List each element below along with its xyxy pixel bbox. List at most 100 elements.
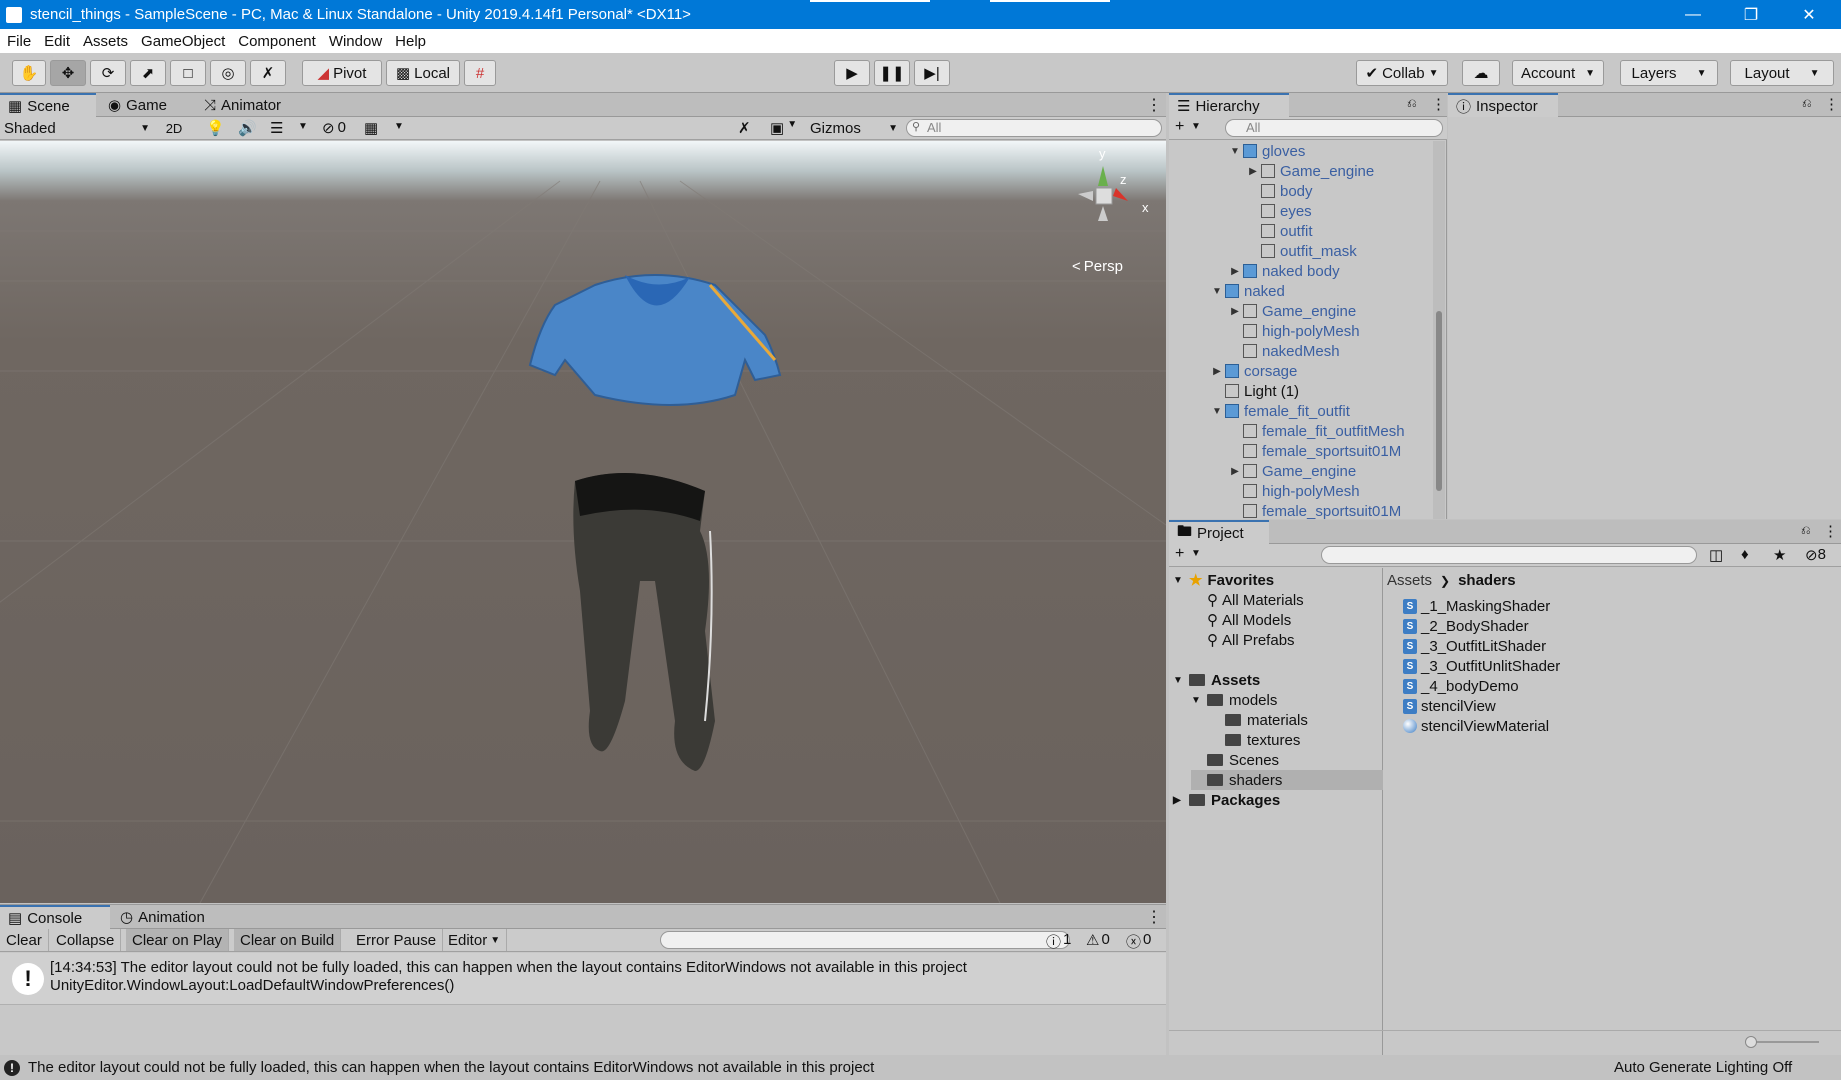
- chevron-right-icon[interactable]: ▶: [1173, 795, 1189, 806]
- more-icon[interactable]: ⋮: [1431, 95, 1446, 113]
- tab-hierarchy[interactable]: ☰ Hierarchy: [1169, 93, 1289, 117]
- hierarchy-item[interactable]: female_sportsuit01M: [1227, 441, 1401, 461]
- warning-count-toggle[interactable]: ⚠ 0: [1086, 931, 1110, 949]
- tab-console[interactable]: ▤ Console: [0, 905, 110, 929]
- hierarchy-item[interactable]: outfit: [1245, 221, 1313, 241]
- pause-button[interactable]: ❚❚: [874, 60, 910, 86]
- hierarchy-item[interactable]: nakedMesh: [1227, 341, 1340, 361]
- hierarchy-item[interactable]: body: [1245, 181, 1313, 201]
- chevron-right-icon[interactable]: ▶: [1209, 366, 1225, 377]
- camera-dropdown[interactable]: ▣ ▼: [770, 119, 797, 137]
- pivot-toggle[interactable]: ◢ Pivot: [302, 60, 382, 86]
- favorite-all-materials[interactable]: ⚲ All Materials: [1207, 590, 1304, 610]
- audio-icon[interactable]: 🔊: [238, 119, 257, 137]
- hierarchy-item[interactable]: female_sportsuit01M: [1227, 501, 1401, 519]
- chevron-down-icon[interactable]: ▼: [1209, 406, 1225, 417]
- lighting-icon[interactable]: 💡: [206, 119, 225, 137]
- favorite-all-prefabs[interactable]: ⚲ All Prefabs: [1207, 630, 1295, 650]
- hierarchy-item[interactable]: eyes: [1245, 201, 1312, 221]
- chevron-right-icon[interactable]: ▶: [1227, 306, 1243, 317]
- chevron-down-icon[interactable]: ▼: [394, 121, 404, 132]
- hidden-objects-toggle[interactable]: ⊘ 0: [322, 119, 346, 137]
- tools-icon[interactable]: ✗: [738, 119, 751, 137]
- play-button[interactable]: ▶: [834, 60, 870, 86]
- folder-item[interactable]: ▼ Assets: [1173, 670, 1260, 690]
- menu-help[interactable]: Help: [388, 33, 432, 50]
- transform-tool-button[interactable]: ◎: [210, 60, 246, 86]
- chevron-right-icon[interactable]: ▶: [1227, 466, 1243, 477]
- folder-item[interactable]: textures: [1209, 730, 1300, 750]
- hierarchy-item[interactable]: outfit_mask: [1245, 241, 1357, 261]
- layers-dropdown[interactable]: Layers ▼: [1620, 60, 1718, 86]
- menu-component[interactable]: Component: [231, 33, 322, 50]
- console-entry[interactable]: ! [14:34:53] The editor layout could not…: [0, 953, 1166, 1005]
- custom-tool-button[interactable]: ✗: [250, 60, 286, 86]
- hierarchy-item[interactable]: female_fit_outfitMesh: [1227, 421, 1405, 441]
- chevron-down-icon[interactable]: ▼: [1227, 146, 1243, 157]
- add-icon[interactable]: +: [1175, 118, 1184, 136]
- chevron-down-icon[interactable]: ▼: [1173, 675, 1189, 686]
- tab-animator[interactable]: ⤨ Animator: [196, 93, 289, 117]
- clear-button[interactable]: Clear: [0, 929, 49, 951]
- hierarchy-search-input[interactable]: All: [1225, 119, 1443, 137]
- asset-item[interactable]: S _3_OutfitLitShader: [1403, 636, 1546, 656]
- hierarchy-item[interactable]: ▼ naked: [1209, 281, 1285, 301]
- clear-on-build-button[interactable]: Clear on Build: [234, 929, 342, 951]
- more-icon[interactable]: ⋮: [1146, 95, 1162, 115]
- hierarchy-item[interactable]: ▶ Game_engine: [1245, 161, 1374, 181]
- scale-tool-button[interactable]: ⬈: [130, 60, 166, 86]
- hierarchy-item[interactable]: ▶ naked body: [1227, 261, 1339, 281]
- clear-on-play-button[interactable]: Clear on Play: [126, 929, 230, 951]
- menu-window[interactable]: Window: [322, 33, 388, 50]
- asset-item[interactable]: S _3_OutfitUnlitShader: [1403, 656, 1560, 676]
- icon-size-slider[interactable]: [1745, 1036, 1819, 1048]
- restore-icon[interactable]: ❐: [1722, 0, 1780, 29]
- account-dropdown[interactable]: Account ▼: [1512, 60, 1604, 86]
- folder-item[interactable]: ▼ models: [1191, 690, 1277, 710]
- chevron-right-icon[interactable]: ▶: [1245, 166, 1261, 177]
- folder-item[interactable]: ▶ Packages: [1173, 790, 1280, 810]
- scene-view[interactable]: y z x < Persp: [0, 141, 1166, 903]
- 2d-toggle[interactable]: 2D: [158, 119, 190, 138]
- folder-item[interactable]: materials: [1209, 710, 1308, 730]
- console-search-input[interactable]: [660, 931, 1070, 949]
- folder-item[interactable]: shaders: [1191, 770, 1383, 790]
- grid-toggle-icon[interactable]: ▦: [364, 119, 378, 137]
- chevron-down-icon[interactable]: ▼: [1209, 286, 1225, 297]
- hierarchy-item[interactable]: ▶ Game_engine: [1227, 461, 1356, 481]
- menu-file[interactable]: File: [0, 33, 37, 50]
- local-toggle[interactable]: ▩ Local: [386, 60, 460, 86]
- asset-item[interactable]: S _4_bodyDemo: [1403, 676, 1519, 696]
- layout-dropdown[interactable]: Layout ▼: [1730, 60, 1834, 86]
- cloud-button[interactable]: ☁: [1462, 60, 1500, 86]
- hierarchy-item[interactable]: Light (1): [1209, 381, 1299, 401]
- projection-toggle[interactable]: < Persp: [1072, 258, 1123, 275]
- hidden-packages-toggle[interactable]: ⊘ 8: [1805, 546, 1826, 564]
- add-icon[interactable]: +: [1175, 545, 1184, 563]
- snap-button[interactable]: #: [464, 60, 496, 86]
- breadcrumb-shaders[interactable]: shaders: [1458, 572, 1516, 589]
- hierarchy-item[interactable]: high-polyMesh: [1227, 321, 1360, 341]
- slider-thumb[interactable]: [1745, 1036, 1757, 1048]
- auto-lighting-status[interactable]: Auto Generate Lighting Off: [1614, 1059, 1792, 1076]
- menu-gameobject[interactable]: GameObject: [134, 33, 231, 50]
- tab-scene[interactable]: ▦ Scene: [0, 93, 96, 117]
- lock-icon[interactable]: ⎌: [1407, 96, 1417, 111]
- hierarchy-item[interactable]: ▼ female_fit_outfit: [1209, 401, 1350, 421]
- favorites-header[interactable]: ▼ ★ Favorites: [1173, 570, 1274, 590]
- error-count-toggle[interactable]: ⓧ 0: [1126, 931, 1151, 952]
- hierarchy-item[interactable]: ▼ gloves: [1227, 141, 1305, 161]
- gizmos-dropdown[interactable]: Gizmos ▼: [810, 119, 898, 138]
- breadcrumb-assets[interactable]: Assets: [1387, 572, 1432, 589]
- chevron-down-icon[interactable]: ▼: [1191, 121, 1201, 132]
- minimize-icon[interactable]: —: [1664, 0, 1722, 29]
- tab-animation[interactable]: ◷ Animation: [112, 905, 213, 929]
- asset-item[interactable]: stencilViewMaterial: [1403, 716, 1549, 736]
- label-icon[interactable]: ♦: [1741, 546, 1749, 563]
- hand-tool-button[interactable]: ✋: [12, 60, 46, 86]
- project-search-input[interactable]: [1321, 546, 1697, 564]
- asset-item[interactable]: S _2_BodyShader: [1403, 616, 1529, 636]
- menu-assets[interactable]: Assets: [76, 33, 134, 50]
- hierarchy-item[interactable]: ▶ corsage: [1209, 361, 1297, 381]
- move-tool-button[interactable]: ✥: [50, 60, 86, 86]
